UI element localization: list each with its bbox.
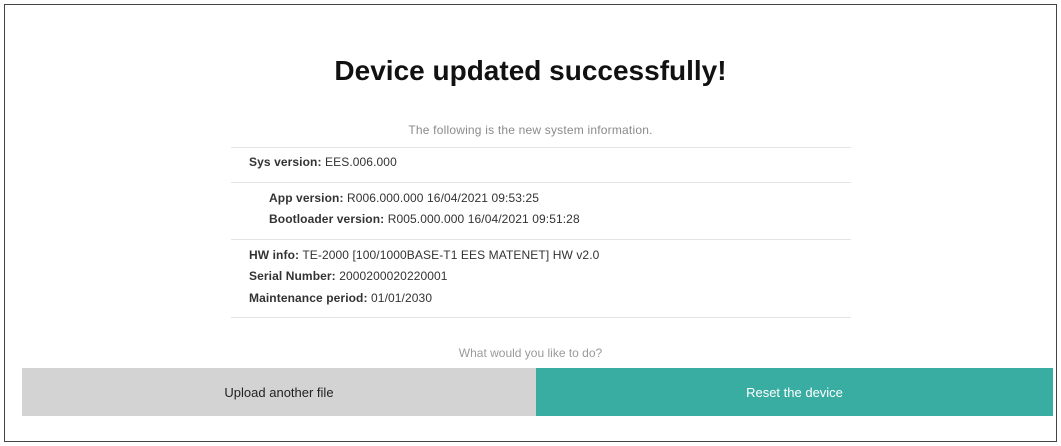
divider bbox=[231, 147, 851, 148]
serial-number-row: Serial Number: 2000200020220001 bbox=[249, 269, 448, 283]
divider bbox=[231, 317, 851, 318]
bootloader-version-label: Bootloader version: bbox=[269, 212, 385, 226]
hw-info-label: HW info: bbox=[249, 248, 300, 262]
divider bbox=[231, 182, 851, 183]
maintenance-period-row: Maintenance period: 01/01/2030 bbox=[249, 291, 432, 305]
reset-device-button[interactable]: Reset the device bbox=[536, 368, 1053, 416]
maintenance-period-label: Maintenance period: bbox=[249, 291, 368, 305]
bootloader-version-row: Bootloader version: R005.000.000 16/04/2… bbox=[269, 212, 580, 226]
app-version-label: App version: bbox=[269, 191, 344, 205]
sys-version-label: Sys version: bbox=[249, 155, 322, 169]
hw-info-row: HW info: TE-2000 [100/1000BASE-T1 EES MA… bbox=[249, 248, 599, 262]
app-version-row: App version: R006.000.000 16/04/2021 09:… bbox=[269, 191, 539, 205]
bootloader-version-value: R005.000.000 16/04/2021 09:51:28 bbox=[387, 212, 580, 226]
serial-number-label: Serial Number: bbox=[249, 269, 336, 283]
action-prompt: What would you like to do? bbox=[458, 346, 603, 360]
upload-another-file-button[interactable]: Upload another file bbox=[22, 368, 536, 416]
page-title: Device updated successfully! bbox=[334, 55, 727, 86]
divider bbox=[231, 239, 851, 240]
app-version-value: R006.000.000 16/04/2021 09:53:25 bbox=[346, 191, 540, 205]
sys-version-value: EES.006.000 bbox=[325, 155, 397, 169]
subtitle: The following is the new system informat… bbox=[408, 123, 653, 137]
maintenance-period-value: 01/01/2030 bbox=[371, 291, 433, 305]
hw-info-value: TE-2000 [100/1000BASE-T1 EES MATENET] HW… bbox=[302, 248, 600, 262]
sys-version-row: Sys version: EES.006.000 bbox=[249, 155, 397, 169]
serial-number-value: 2000200020220001 bbox=[339, 269, 448, 283]
